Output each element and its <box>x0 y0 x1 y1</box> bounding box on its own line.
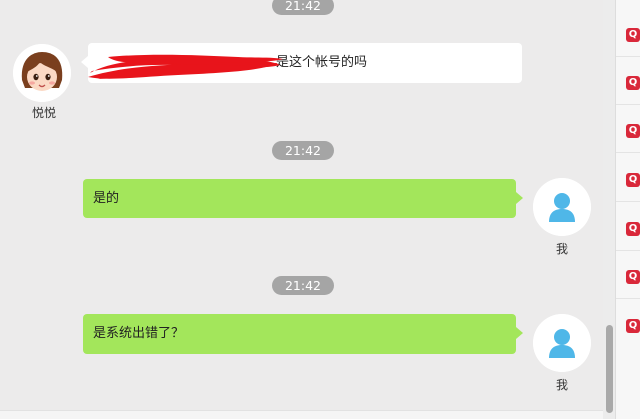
qq-icon[interactable]: Q <box>626 222 640 236</box>
qq-icon[interactable]: Q <box>626 76 640 90</box>
qq-icon[interactable]: Q <box>626 270 640 284</box>
sender-name: 我 <box>555 242 568 256</box>
timestamp: 21:42 <box>272 0 334 15</box>
chat-scrollbar[interactable] <box>603 0 615 419</box>
timestamp: 21:42 <box>272 141 334 160</box>
self-avatar[interactable] <box>533 178 591 236</box>
person-icon <box>533 178 591 236</box>
side-contact-panel: Q Q Q Q Q Q Q <box>615 0 640 419</box>
divider <box>616 152 640 153</box>
divider <box>616 104 640 105</box>
message-text: 是的 <box>93 191 120 206</box>
qq-icon[interactable]: Q <box>626 173 640 187</box>
chat-message-area: 21:42 悦悦 是这个帐号的吗 21:42 是的 我 21:42 是系统出错了… <box>0 0 604 419</box>
redaction-scribble <box>88 54 283 79</box>
divider <box>616 201 640 202</box>
divider <box>616 298 640 299</box>
message-bubble-outgoing[interactable]: 是的 <box>83 179 523 218</box>
divider <box>616 250 640 251</box>
person-icon <box>533 314 591 372</box>
timestamp: 21:42 <box>272 276 334 295</box>
divider <box>616 56 640 57</box>
sender-name: 悦悦 <box>31 106 56 120</box>
contact-avatar[interactable] <box>13 44 71 102</box>
sender-name: 我 <box>555 378 568 392</box>
message-text: 是系统出错了？ <box>93 326 185 341</box>
message-bubble-incoming[interactable]: 是这个帐号的吗 <box>81 43 522 83</box>
message-bubble-outgoing[interactable]: 是系统出错了？ <box>83 314 523 354</box>
self-avatar[interactable] <box>533 314 591 372</box>
qq-icon[interactable]: Q <box>626 319 640 333</box>
qq-icon[interactable]: Q <box>626 124 640 138</box>
qq-icon[interactable]: Q <box>626 28 640 42</box>
girl-avatar-icon <box>13 44 71 102</box>
scrollbar-thumb[interactable] <box>606 325 613 413</box>
